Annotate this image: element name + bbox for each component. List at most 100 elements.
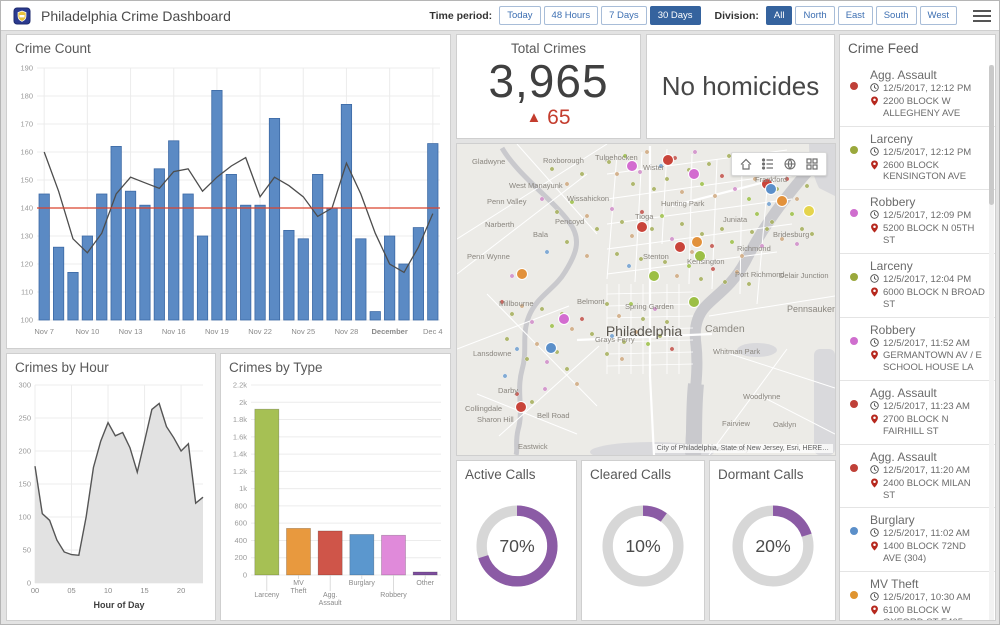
time-period-button-group: Today48 Hours7 Days30 Days [499, 6, 700, 25]
crime-count-bar[interactable] [327, 208, 337, 320]
time-period-button-48-hours[interactable]: 48 Hours [544, 6, 599, 25]
crime-count-chart[interactable]: 100110120130140150160170180190Nov 7Nov 1… [7, 58, 446, 344]
crime-type-bar[interactable] [255, 409, 279, 575]
crime-cluster-point[interactable] [627, 161, 638, 172]
crime-type-bar[interactable] [286, 528, 310, 575]
division-button-east[interactable]: East [838, 6, 873, 25]
crime-type-bar[interactable] [413, 572, 437, 575]
map-canvas[interactable]: GladwyneRoxboroughTulpehockenWisterFrank… [457, 144, 835, 455]
crime-cluster-point[interactable] [689, 169, 700, 180]
basemap-gallery-icon[interactable] [802, 155, 822, 173]
svg-text:Dec 4: Dec 4 [423, 327, 443, 336]
crimes-by-hour-chart[interactable]: 0501001502002503000005101520Hour of Day [7, 377, 211, 615]
crime-count-bar[interactable] [255, 205, 265, 320]
crime-count-bar[interactable] [197, 236, 207, 320]
page-title: Philadelphia Crime Dashboard [41, 8, 231, 24]
crime-type-bar[interactable] [350, 534, 374, 575]
active-calls-gauge: 70% [465, 494, 569, 598]
division-button-all[interactable]: All [766, 6, 793, 25]
active-calls-panel: Active Calls 70% [456, 460, 577, 621]
crime-count-bar[interactable] [241, 205, 251, 320]
crime-point [675, 274, 679, 278]
crime-count-bar[interactable] [154, 169, 164, 320]
crime-map[interactable]: GladwyneRoxboroughTulpehockenWisterFrank… [456, 143, 836, 456]
crime-cluster-point[interactable] [546, 343, 557, 354]
crime-type-bar[interactable] [318, 531, 342, 575]
crime-count-bar[interactable] [413, 228, 423, 320]
crime-count-bar[interactable] [356, 239, 366, 320]
crime-type-bar[interactable] [381, 535, 405, 575]
crime-feed-item[interactable]: Agg. Assault12/5/2017, 11:20 AM2400 BLOC… [840, 445, 995, 509]
crime-count-bar[interactable] [53, 247, 63, 320]
crime-count-bar[interactable] [111, 146, 121, 320]
crime-count-bar[interactable] [370, 312, 380, 320]
crime-feed-item[interactable]: Burglary12/5/2017, 11:02 AM1400 BLOCK 72… [840, 508, 995, 572]
crime-cluster-point[interactable] [689, 297, 700, 308]
crime-count-bar[interactable] [341, 104, 351, 320]
crime-point [580, 172, 584, 176]
crime-count-bar[interactable] [183, 194, 193, 320]
place-label: Camden [705, 323, 745, 335]
delta-value: 65 [547, 106, 570, 129]
crime-feed-item[interactable]: Larceny12/5/2017, 12:04 PM6000 BLOCK N B… [840, 254, 995, 318]
crime-point [565, 240, 569, 244]
crime-count-bar[interactable] [298, 239, 308, 320]
crime-point [795, 197, 799, 201]
menu-icon[interactable] [973, 10, 991, 22]
crime-count-bar[interactable] [212, 90, 222, 320]
division-button-west[interactable]: West [920, 6, 957, 25]
feed-scrollbar-thumb[interactable] [989, 65, 994, 205]
crime-feed-item[interactable]: MV Theft12/5/2017, 10:30 AM6100 BLOCK W … [840, 572, 995, 620]
crime-cluster-point[interactable] [692, 237, 703, 248]
crime-count-bar[interactable] [428, 144, 438, 320]
time-period-button-7-days[interactable]: 7 Days [601, 6, 647, 25]
crime-type-dot [850, 337, 858, 345]
crime-count-bar[interactable] [97, 194, 107, 320]
legend-icon[interactable] [758, 155, 778, 173]
division-button-north[interactable]: North [795, 6, 834, 25]
svg-text:200: 200 [234, 553, 247, 562]
crime-count-bar[interactable] [140, 205, 150, 320]
crime-cluster-point[interactable] [637, 222, 648, 233]
place-label: Richmond [737, 244, 771, 253]
crime-point [575, 382, 579, 386]
time-period-button-today[interactable]: Today [499, 6, 540, 25]
time-period-button-30-days[interactable]: 30 Days [650, 6, 701, 25]
crime-address: GERMANTOWN AV / E SCHOOL HOUSE LA [870, 350, 985, 374]
basemap-globe-icon[interactable] [780, 155, 800, 173]
crime-count-bar[interactable] [269, 118, 279, 320]
crime-count-bar[interactable] [39, 194, 49, 320]
crime-cluster-point[interactable] [649, 271, 660, 282]
crime-cluster-point[interactable] [516, 402, 527, 413]
crime-count-bar[interactable] [284, 230, 294, 320]
crime-feed-item[interactable]: Larceny12/5/2017, 12:12 PM2600 BLOCK KEN… [840, 127, 995, 191]
crime-feed-item[interactable]: Agg. Assault12/5/2017, 12:12 PM2200 BLOC… [840, 63, 995, 127]
crime-cluster-point[interactable] [804, 206, 815, 217]
crime-cluster-point[interactable] [559, 314, 570, 325]
home-icon[interactable] [736, 155, 756, 173]
crime-point [543, 387, 547, 391]
crime-count-bar[interactable] [226, 174, 236, 320]
crime-count-bar[interactable] [384, 236, 394, 320]
crime-feed-item[interactable]: Robbery12/5/2017, 11:52 AMGERMANTOWN AV … [840, 318, 995, 382]
crime-point [693, 150, 697, 154]
crime-point [510, 274, 514, 278]
crime-point [650, 227, 654, 231]
crime-count-bar[interactable] [125, 191, 135, 320]
crime-feed-item[interactable]: Robbery12/5/2017, 12:09 PM5200 BLOCK N 0… [840, 190, 995, 254]
crime-cluster-point[interactable] [517, 269, 528, 280]
total-crimes-delta: ▲ 65 [457, 106, 640, 130]
place-label: Bala [533, 230, 549, 239]
crime-count-bar[interactable] [312, 174, 322, 320]
crimes-by-type-chart[interactable]: 02004006008001k1.2k1.4k1.6k1.8k2k2.2kLar… [221, 377, 446, 615]
crime-count-bar[interactable] [169, 141, 179, 320]
crime-feed-list[interactable]: Agg. Assault12/5/2017, 12:12 PM2200 BLOC… [840, 63, 995, 620]
crime-cluster-point[interactable] [777, 196, 788, 207]
crime-feed-item[interactable]: Agg. Assault12/5/2017, 11:23 AM2700 BLOC… [840, 381, 995, 445]
crime-cluster-point[interactable] [675, 242, 686, 253]
place-label: Eastwick [518, 442, 548, 451]
division-button-south[interactable]: South [876, 6, 917, 25]
feed-scrollbar[interactable] [989, 65, 994, 620]
crime-count-bar[interactable] [68, 272, 78, 320]
crime-cluster-point[interactable] [766, 184, 777, 195]
